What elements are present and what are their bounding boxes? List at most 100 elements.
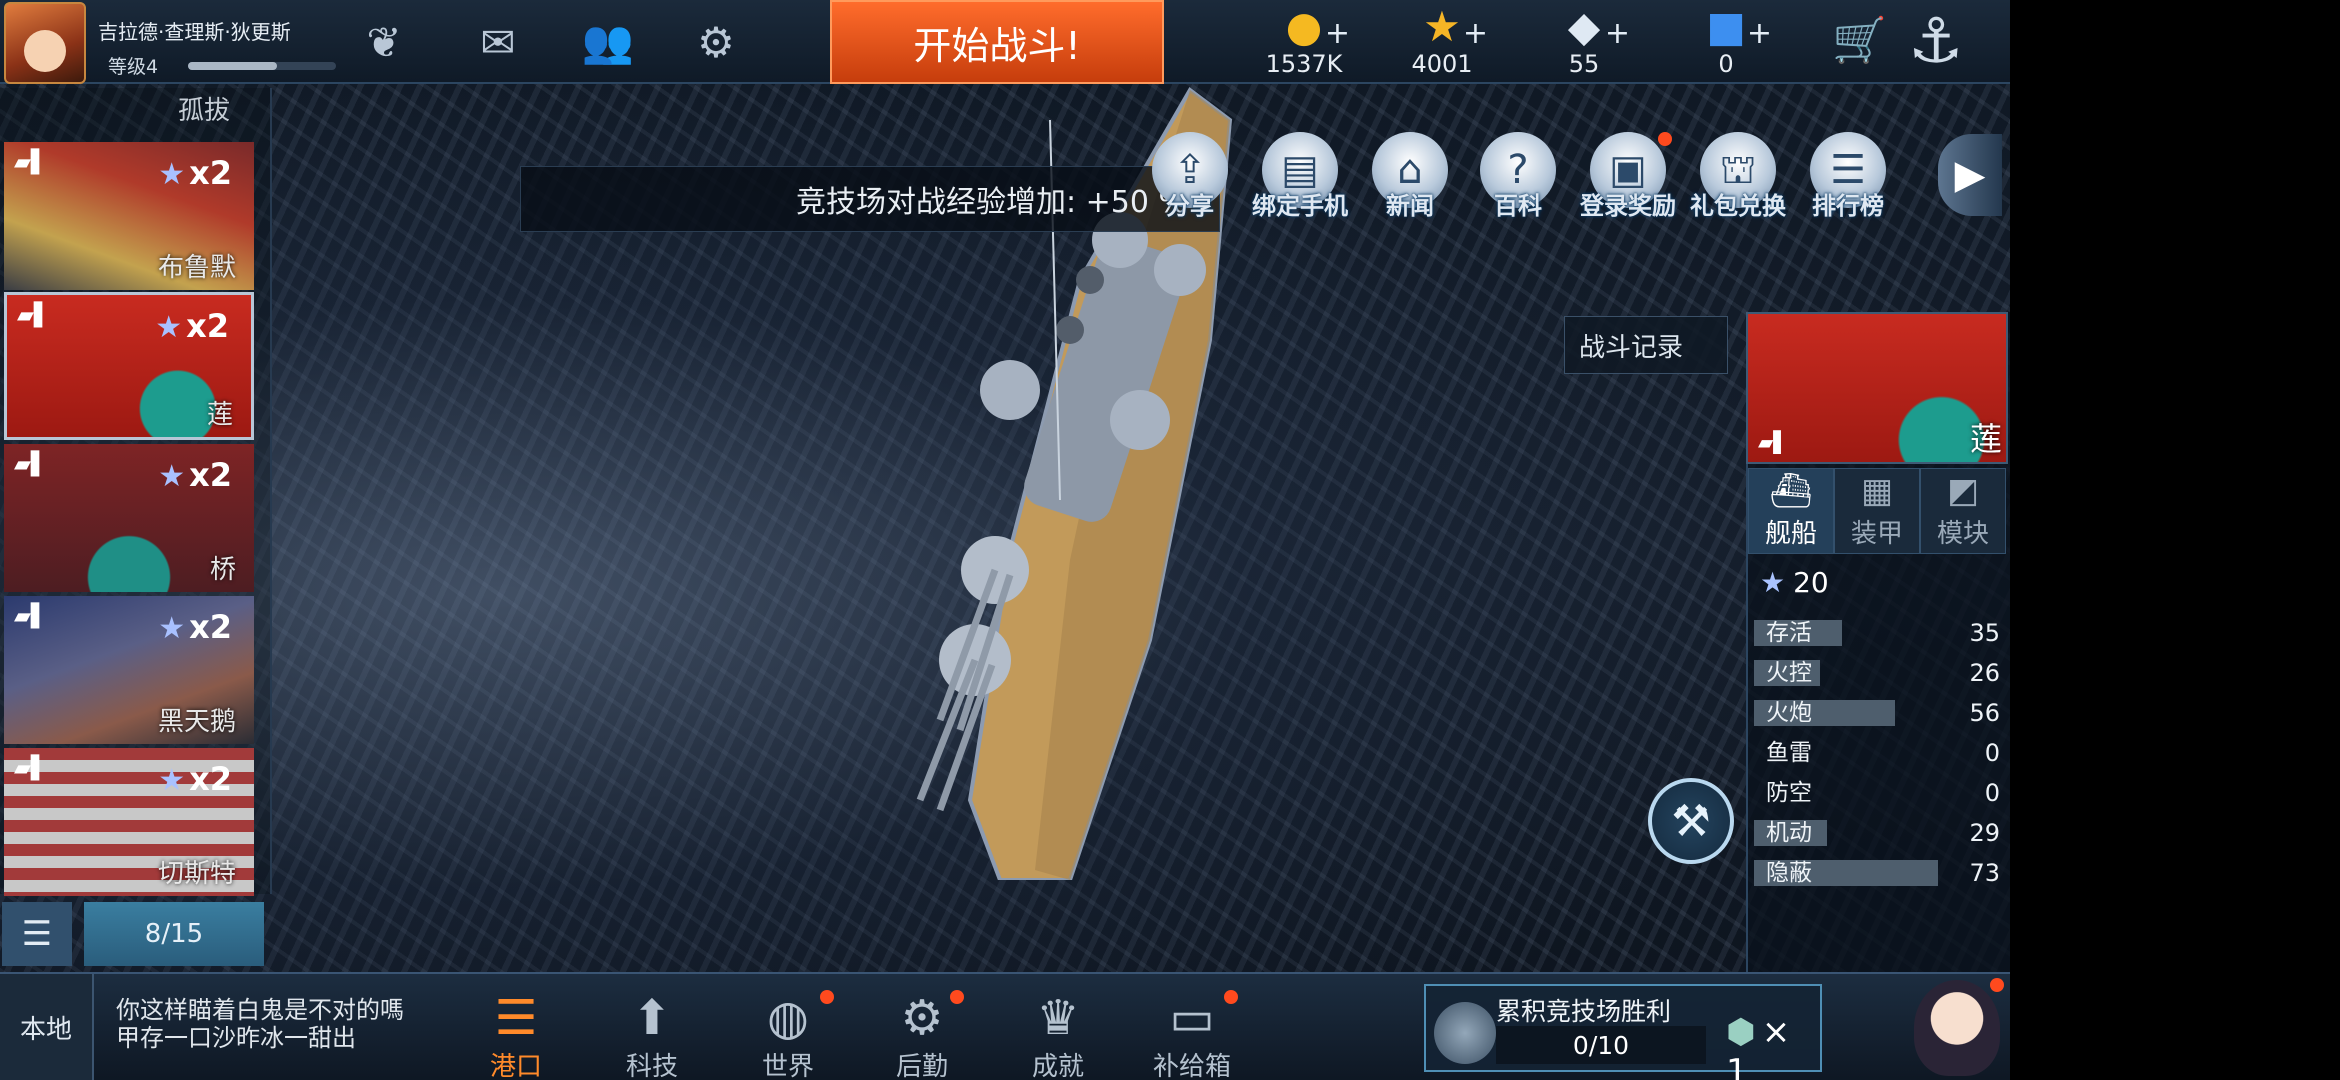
ship-multiplier: ★ x2 — [155, 307, 229, 345]
menu-gift-redeem[interactable]: ⛫ 礼包兑换 — [1690, 132, 1786, 220]
menu-next-arrow-icon[interactable]: ▶ — [1938, 134, 2002, 216]
reward-gem-icon: ⬢ — [1726, 1012, 1756, 1052]
assistant-avatar[interactable] — [1908, 972, 2006, 1078]
arena-wins-task[interactable]: 累积竞技场胜利 0/10 ⬢ × 1 — [1424, 984, 1822, 1080]
nav-harbor-label: 港口 — [489, 1052, 542, 1080]
nav-supply-box[interactable]: ▭ 补给箱 — [1142, 990, 1242, 1080]
fleet-page-indicator[interactable]: 8/15 — [84, 902, 264, 966]
menu-encyclopedia-label: 百科 — [1494, 192, 1542, 220]
repair-tools-icon[interactable]: ⚒ — [1648, 778, 1734, 864]
battle-record-button[interactable]: 战斗记录 — [1564, 316, 1728, 374]
selected-ship-name: 莲 — [1969, 420, 2002, 458]
notification-dot — [1658, 132, 1672, 146]
stat-label: 火控 — [1766, 660, 1812, 686]
tab-module[interactable]: ◩ 模块 — [1920, 468, 2006, 554]
stat-row: 机动 29 — [1754, 818, 2004, 848]
mail-icon[interactable]: ✉ — [468, 14, 528, 70]
selected-ship-card[interactable]: ▰▌ 莲 — [1746, 312, 2008, 464]
menu-login-reward[interactable]: ▣ 登录奖励 — [1580, 132, 1676, 220]
ship-multiplier: ★ x2 — [158, 456, 232, 494]
start-battle-button[interactable]: 开始战斗! — [830, 0, 1164, 84]
ship-multiplier-value: x2 — [189, 456, 232, 494]
nav-world[interactable]: ◍ 世界 — [738, 990, 838, 1080]
notification-dot — [1990, 978, 2004, 992]
stat-label: 隐蔽 — [1766, 860, 1812, 886]
armor-icon: ▦ — [1860, 471, 1894, 511]
ship-rank-icon: ▰▌ — [14, 604, 48, 629]
fleet-ship-card[interactable]: ▰▌ ★ x2 布鲁默 — [4, 142, 254, 290]
ship-rank-icon: ▰▌ — [14, 150, 48, 175]
menu-login-reward-label: 登录奖励 — [1580, 192, 1676, 220]
chat-message[interactable]: 你这样瞄着白鬼是不对的嗎 甲存一口沙昨冰一甜出 — [116, 996, 406, 1076]
ship-name: 布鲁默 — [157, 253, 236, 283]
ship-rank-icon: ▰▌ — [14, 756, 48, 781]
anchor-icon[interactable]: ⚓ — [1908, 4, 1964, 77]
fleet-ship-card[interactable]: ▰▌ ★ x2 切斯特 — [4, 748, 254, 896]
menu-encyclopedia[interactable]: ? 百科 — [1470, 132, 1566, 220]
resource-star-value: 4001 — [1411, 50, 1473, 78]
achievement-icon: ♛ — [1036, 990, 1080, 1046]
ship-name: 桥 — [209, 555, 236, 585]
resource-gold[interactable]: ● + 1537K — [1244, 4, 1364, 84]
nav-achievement[interactable]: ♛ 成就 — [1008, 990, 1108, 1080]
player-level: 等级4 — [108, 56, 159, 78]
fleet-ship-card[interactable]: ▰▌ ★ x2 黑天鹅 — [4, 596, 254, 744]
ship-multiplier: ★ x2 — [158, 154, 232, 192]
resource-cube[interactable]: ■ + 0 — [1666, 4, 1786, 84]
resource-diamond[interactable]: ◆ + 55 — [1524, 4, 1644, 84]
menu-share[interactable]: ⇪ 分享 — [1142, 132, 1238, 220]
harbor-icon: ☰ — [494, 990, 538, 1046]
nav-harbor[interactable]: ☰ 港口 — [466, 990, 566, 1080]
player-avatar[interactable] — [4, 2, 86, 84]
fleet-ship-card-selected[interactable]: ▰▌ ★ x2 莲 — [4, 292, 254, 440]
stat-value: 73 — [1969, 859, 2000, 887]
stat-value: 56 — [1969, 699, 2000, 727]
star-icon: ★ — [158, 611, 186, 646]
fleet-ship-card[interactable]: ▰▌ ★ x2 桥 — [4, 444, 254, 592]
stat-value: 35 — [1969, 619, 2000, 647]
menu-leaderboard[interactable]: ☰ 排行榜 — [1800, 132, 1896, 220]
tab-armor[interactable]: ▦ 装甲 — [1834, 468, 1920, 554]
resource-star[interactable]: ★ + 4001 — [1382, 4, 1502, 84]
stat-label: 存活 — [1766, 620, 1812, 646]
wings-rank-icon[interactable]: ❦ — [354, 14, 414, 70]
ship-multiplier-value: x2 — [186, 307, 229, 345]
notification-dot — [820, 990, 834, 1004]
arena-orb-icon — [1434, 1002, 1496, 1064]
tab-module-label: 模块 — [1936, 519, 1989, 549]
menu-news[interactable]: ⌂ 新闻 — [1362, 132, 1458, 220]
arena-bonus-banner: 竞技场对战经验增加: +50 % — [520, 166, 1220, 232]
nav-logistics[interactable]: ⚙ 后勤 — [872, 990, 972, 1080]
stat-row: 隐蔽 73 — [1754, 858, 2004, 888]
tab-armor-label: 装甲 — [1850, 519, 1903, 549]
stat-label: 鱼雷 — [1766, 740, 1812, 766]
stat-value: 29 — [1969, 819, 2000, 847]
fleet-partial-ship-name: 孤拔 — [178, 96, 231, 126]
list-menu-icon[interactable]: ☰ — [2, 902, 72, 966]
menu-news-label: 新闻 — [1386, 192, 1434, 220]
stat-row: 鱼雷 0 — [1754, 738, 2004, 768]
stat-row: 存活 35 — [1754, 618, 2004, 648]
settings-gear-icon[interactable]: ⚙ — [686, 14, 746, 70]
ship-name: 切斯特 — [157, 859, 236, 889]
ship-multiplier-value: x2 — [189, 154, 232, 192]
stat-row: 防空 0 — [1754, 778, 2004, 808]
arena-task-progress: 0/10 — [1496, 1026, 1706, 1064]
friends-icon[interactable]: 👥 — [578, 14, 638, 70]
stat-value: 0 — [1984, 739, 2000, 767]
tab-ship[interactable]: ⛴ 舰船 — [1748, 468, 1834, 554]
stat-row: 火炮 56 — [1754, 698, 2004, 728]
arena-task-title: 累积竞技场胜利 — [1496, 997, 1672, 1026]
nav-tech[interactable]: ⬆ 科技 — [602, 990, 702, 1080]
menu-bind-phone-label: 绑定手机 — [1252, 192, 1348, 220]
game-viewport: 吉拉德·查理斯·狄更斯 等级4 ❦ ✉ 👥 ⚙ 开始战斗! ● + 1537K … — [0, 0, 2010, 1080]
stat-label: 防空 — [1766, 780, 1812, 806]
shop-cart-icon[interactable]: 🛒 — [1832, 14, 1887, 66]
menu-bind-phone[interactable]: ▤ 绑定手机 — [1252, 132, 1348, 220]
ship-rank-icon: ▰▌ — [1758, 430, 1789, 454]
notification-dot — [1224, 990, 1238, 1004]
ship-name: 莲 — [206, 400, 233, 430]
resource-gold-value: 1537K — [1265, 50, 1343, 78]
chat-channel-button[interactable]: 本地 — [0, 974, 94, 1080]
player-name: 吉拉德·查理斯·狄更斯 — [98, 20, 291, 44]
